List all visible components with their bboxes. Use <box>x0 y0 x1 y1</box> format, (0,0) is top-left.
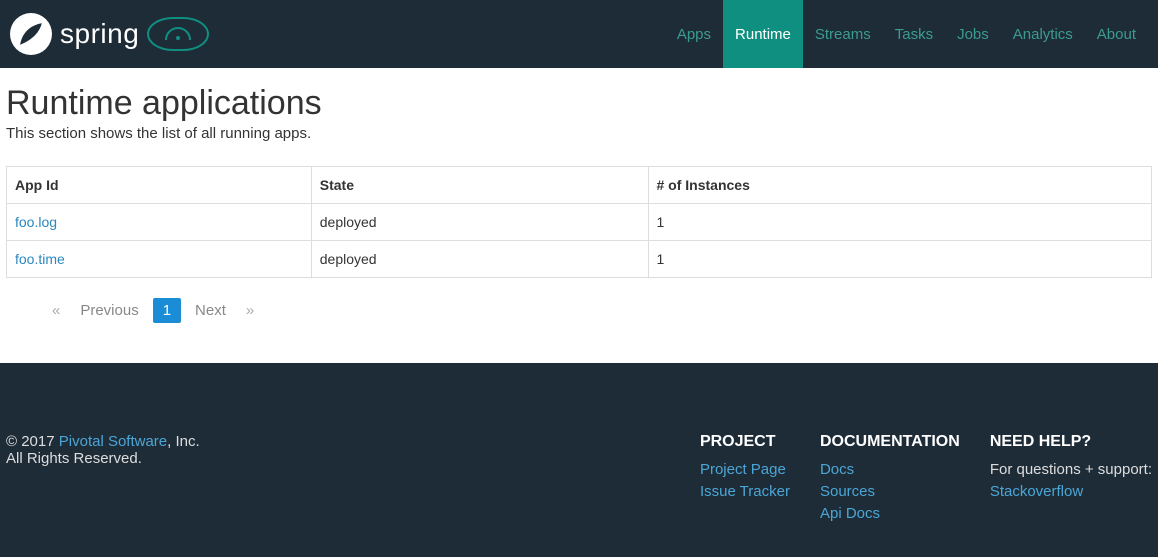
main-content: Runtime applications This section shows … <box>0 68 1158 363</box>
table-row: foo.time deployed 1 <box>7 241 1152 278</box>
project-heading: PROJECT <box>700 433 790 451</box>
nav-runtime[interactable]: Runtime <box>723 0 803 68</box>
footer-project: PROJECT Project Page Issue Tracker <box>700 433 790 527</box>
nav-about[interactable]: About <box>1085 0 1148 68</box>
project-page-link[interactable]: Project Page <box>700 461 790 478</box>
brand[interactable]: spring <box>0 13 209 55</box>
table-header-row: App Id State # of Instances <box>7 167 1152 204</box>
docs-link[interactable]: Docs <box>820 461 960 478</box>
footer-copyright: © 2017 Pivotal Software, Inc. All Rights… <box>6 433 670 527</box>
copy-suffix: , Inc. <box>167 433 200 450</box>
stackoverflow-link[interactable]: Stackoverflow <box>990 483 1152 500</box>
app-instances: 1 <box>648 204 1152 241</box>
documentation-heading: DOCUMENTATION <box>820 433 960 451</box>
next-page[interactable]: Next <box>187 298 234 323</box>
help-heading: NEED HELP? <box>990 433 1152 451</box>
app-state: deployed <box>311 241 648 278</box>
help-text: For questions + support: <box>990 461 1152 478</box>
next-arrow-icon: » <box>240 298 260 323</box>
pivotal-link[interactable]: Pivotal Software <box>59 433 167 450</box>
nav-jobs[interactable]: Jobs <box>945 0 1001 68</box>
col-app-id: App Id <box>7 167 312 204</box>
app-instances: 1 <box>648 241 1152 278</box>
page-subtitle: This section shows the list of all runni… <box>6 125 1152 142</box>
current-page[interactable]: 1 <box>153 298 181 323</box>
pagination: « Previous 1 Next » <box>46 298 1112 323</box>
col-instances: # of Instances <box>648 167 1152 204</box>
footer: © 2017 Pivotal Software, Inc. All Rights… <box>0 363 1158 557</box>
page-title: Runtime applications <box>6 84 1152 123</box>
api-docs-link[interactable]: Api Docs <box>820 505 960 522</box>
footer-help: NEED HELP? For questions + support: Stac… <box>990 433 1152 527</box>
footer-documentation: DOCUMENTATION Docs Sources Api Docs <box>820 433 960 527</box>
app-link[interactable]: foo.log <box>15 214 57 230</box>
nav-items: Apps Runtime Streams Tasks Jobs Analytic… <box>665 0 1148 68</box>
spring-leaf-icon <box>10 13 52 55</box>
prev-page[interactable]: Previous <box>72 298 146 323</box>
prev-arrow-icon: « <box>46 298 66 323</box>
table-row: foo.log deployed 1 <box>7 204 1152 241</box>
issue-tracker-link[interactable]: Issue Tracker <box>700 483 790 500</box>
nav-tasks[interactable]: Tasks <box>883 0 945 68</box>
copy-prefix: © 2017 <box>6 433 59 450</box>
app-state: deployed <box>311 204 648 241</box>
navbar: spring Apps Runtime Streams Tasks Jobs A… <box>0 0 1158 68</box>
nav-apps[interactable]: Apps <box>665 0 723 68</box>
app-link[interactable]: foo.time <box>15 251 65 267</box>
rights-text: All Rights Reserved. <box>6 450 670 467</box>
col-state: State <box>311 167 648 204</box>
nav-streams[interactable]: Streams <box>803 0 883 68</box>
brand-text: spring <box>60 18 139 50</box>
apps-table: App Id State # of Instances foo.log depl… <box>6 166 1152 278</box>
sources-link[interactable]: Sources <box>820 483 960 500</box>
flow-gauge-icon <box>147 17 209 51</box>
nav-analytics[interactable]: Analytics <box>1001 0 1085 68</box>
